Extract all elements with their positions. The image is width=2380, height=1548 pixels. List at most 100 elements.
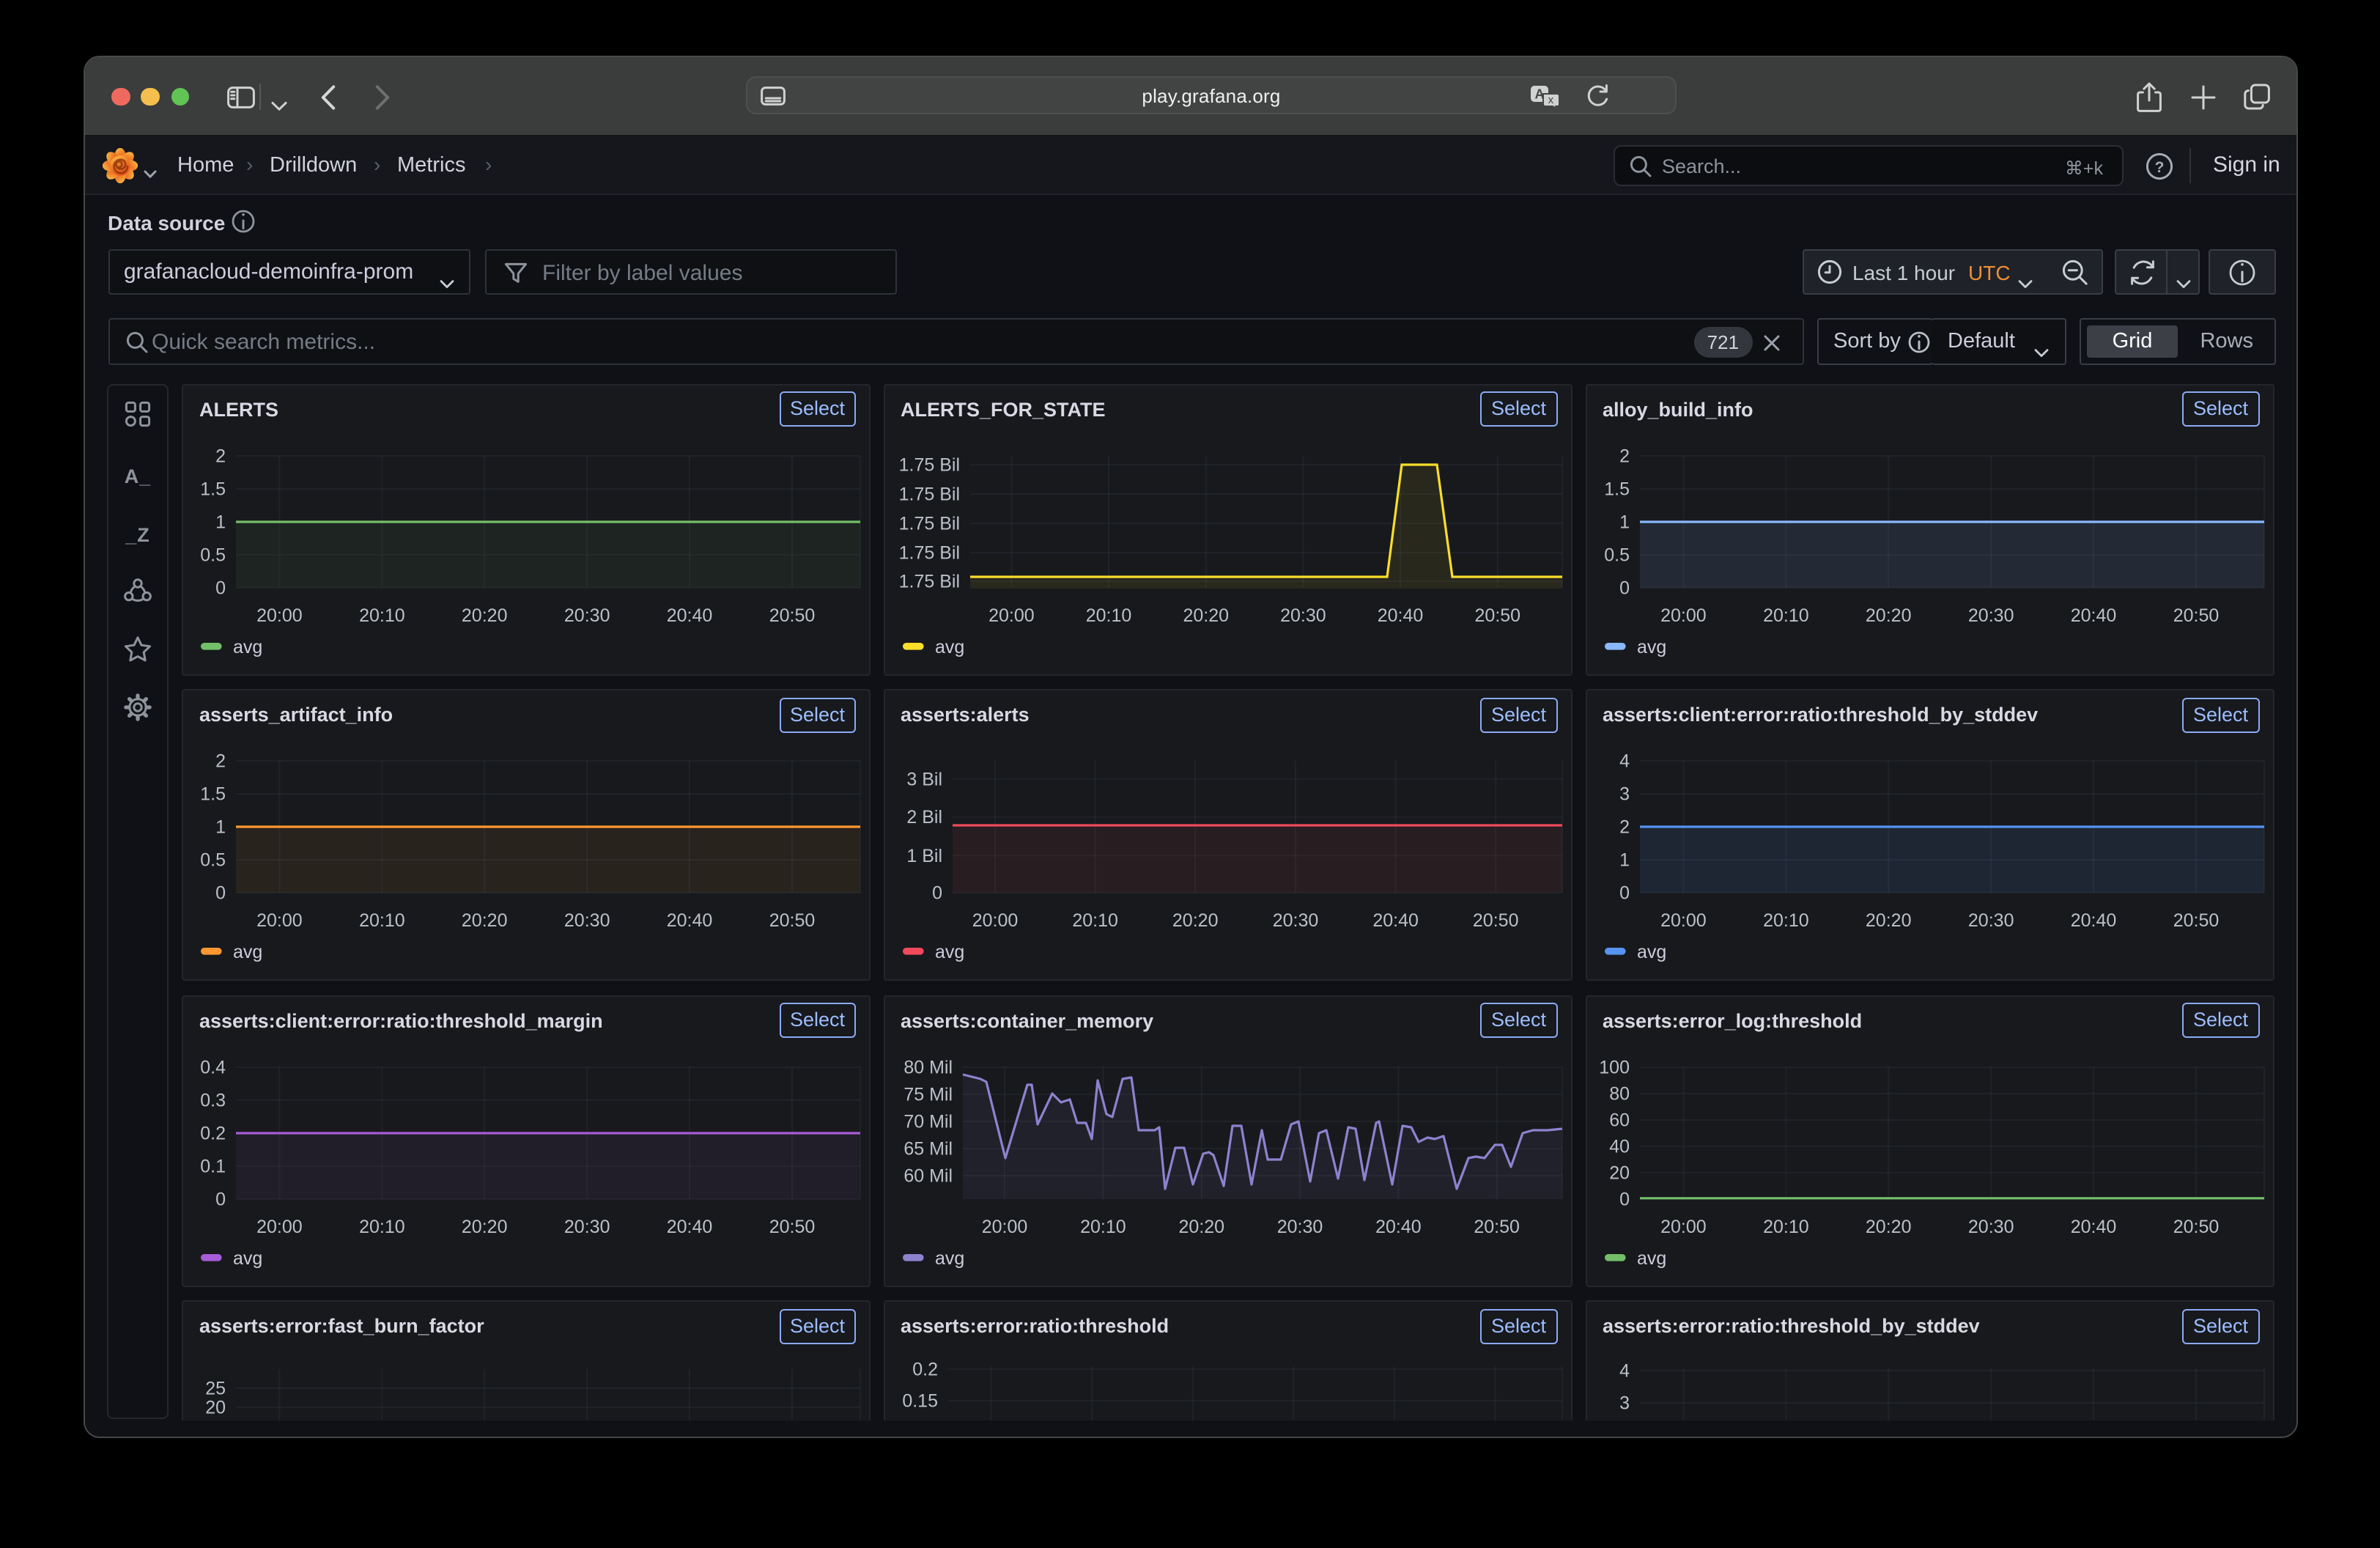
svg-text:60: 60 (1608, 1109, 1629, 1129)
svg-text:3: 3 (1619, 784, 1629, 804)
svg-text:1: 1 (1619, 849, 1629, 870)
svg-text:x: x (1548, 93, 1554, 106)
svg-text:20:00: 20:00 (1660, 910, 1706, 931)
svg-text:avg: avg (233, 942, 262, 962)
svg-text:0.5: 0.5 (200, 849, 226, 870)
svg-text:20:00: 20:00 (1660, 1216, 1706, 1236)
svg-text:20:20: 20:20 (462, 605, 508, 625)
svg-text:20:20: 20:20 (1865, 1216, 1911, 1236)
svg-text:20:30: 20:30 (1272, 910, 1318, 931)
svg-text:20:40: 20:40 (2070, 910, 2116, 931)
svg-text:20:10: 20:10 (1071, 910, 1117, 931)
svg-text:0: 0 (215, 577, 226, 597)
svg-text:2: 2 (215, 445, 226, 465)
svg-text:avg: avg (233, 636, 262, 657)
svg-text:0: 0 (931, 882, 942, 903)
svg-text:20:20: 20:20 (1865, 910, 1911, 931)
svg-text:avg: avg (1636, 942, 1666, 962)
svg-text:20:40: 20:40 (667, 605, 713, 625)
svg-text:0: 0 (215, 882, 226, 903)
svg-text:3 Bil: 3 Bil (906, 769, 942, 789)
svg-text:20:40: 20:40 (2070, 605, 2116, 625)
svg-text:20:40: 20:40 (667, 1216, 713, 1236)
svg-text:20:40: 20:40 (1372, 910, 1418, 931)
svg-text:2: 2 (215, 751, 226, 771)
svg-text:1.75 Bil: 1.75 Bil (898, 512, 959, 533)
svg-text:20:10: 20:10 (1762, 605, 1808, 625)
svg-text:20:50: 20:50 (2173, 605, 2219, 625)
svg-text:20:50: 20:50 (1473, 1216, 1519, 1236)
svg-text:20:00: 20:00 (1660, 605, 1706, 625)
svg-text:1.75 Bil: 1.75 Bil (898, 483, 959, 504)
svg-text:20:10: 20:10 (359, 1216, 405, 1236)
svg-text:0.15: 0.15 (901, 1390, 937, 1411)
svg-text:20:20: 20:20 (1183, 605, 1229, 625)
svg-text:20:30: 20:30 (564, 910, 610, 931)
svg-text:20:10: 20:10 (1085, 605, 1131, 625)
svg-text:20:10: 20:10 (359, 605, 405, 625)
svg-text:20:30: 20:30 (564, 1216, 610, 1236)
svg-text:20:30: 20:30 (564, 605, 610, 625)
svg-text:avg: avg (934, 1247, 964, 1268)
svg-text:0.3: 0.3 (200, 1089, 226, 1110)
svg-text:1 Bil: 1 Bil (906, 846, 942, 866)
svg-text:80: 80 (1608, 1083, 1629, 1103)
svg-text:20:50: 20:50 (1472, 910, 1518, 931)
svg-text:20:20: 20:20 (1172, 910, 1218, 931)
svg-text:2 Bil: 2 Bil (906, 807, 942, 828)
svg-text:1: 1 (1619, 511, 1629, 531)
svg-text:4: 4 (1619, 751, 1629, 771)
svg-text:20:50: 20:50 (2173, 1216, 2219, 1236)
svg-text:20:30: 20:30 (1276, 1216, 1323, 1236)
svg-text:2: 2 (1619, 445, 1629, 465)
svg-text:70 Mil: 70 Mil (903, 1110, 952, 1131)
svg-text:avg: avg (934, 942, 964, 962)
svg-text:1: 1 (215, 817, 226, 837)
svg-text:1.75 Bil: 1.75 Bil (898, 570, 959, 591)
svg-text:20:40: 20:40 (2070, 1216, 2116, 1236)
svg-text:20:00: 20:00 (988, 605, 1034, 625)
svg-text:0.2: 0.2 (912, 1359, 937, 1379)
svg-text:20:50: 20:50 (1474, 605, 1520, 625)
svg-text:0.1: 0.1 (200, 1155, 226, 1176)
svg-text:20:00: 20:00 (256, 1216, 303, 1236)
svg-text:20:20: 20:20 (1178, 1216, 1224, 1236)
svg-text:20:30: 20:30 (1967, 605, 2014, 625)
svg-text:100: 100 (1598, 1056, 1629, 1077)
svg-text:20:30: 20:30 (1967, 1216, 2014, 1236)
svg-text:4: 4 (1619, 1360, 1629, 1381)
svg-text:avg: avg (1636, 636, 1666, 657)
svg-text:1.75 Bil: 1.75 Bil (898, 542, 959, 562)
svg-text:1.5: 1.5 (200, 478, 226, 498)
svg-text:40: 40 (1608, 1135, 1629, 1156)
svg-text:25: 25 (205, 1378, 226, 1398)
svg-text:20:50: 20:50 (769, 910, 816, 931)
svg-text:20:00: 20:00 (256, 605, 303, 625)
svg-text:60 Mil: 60 Mil (903, 1165, 952, 1185)
svg-text:75 Mil: 75 Mil (903, 1083, 952, 1104)
svg-text:0.5: 0.5 (1603, 544, 1629, 564)
svg-text:20:10: 20:10 (1079, 1216, 1126, 1236)
svg-text:20: 20 (205, 1397, 226, 1418)
svg-text:20:00: 20:00 (256, 910, 303, 931)
svg-text:20:40: 20:40 (667, 910, 713, 931)
svg-text:avg: avg (233, 1247, 262, 1268)
svg-text:20:50: 20:50 (769, 605, 816, 625)
svg-text:20:20: 20:20 (462, 1216, 508, 1236)
svg-text:20:40: 20:40 (1377, 605, 1423, 625)
svg-text:20:00: 20:00 (972, 910, 1018, 931)
svg-text:1: 1 (215, 511, 226, 531)
svg-text:65 Mil: 65 Mil (903, 1138, 952, 1158)
svg-text:20:40: 20:40 (1375, 1216, 1421, 1236)
svg-text:0.5: 0.5 (200, 544, 226, 564)
svg-text:avg: avg (1636, 1247, 1666, 1268)
svg-text:0.4: 0.4 (200, 1056, 226, 1077)
svg-text:avg: avg (934, 636, 964, 657)
svg-text:20:00: 20:00 (981, 1216, 1027, 1236)
svg-text:80 Mil: 80 Mil (903, 1056, 952, 1077)
svg-text:2: 2 (1619, 817, 1629, 837)
svg-text:20:10: 20:10 (359, 910, 405, 931)
svg-text:20:50: 20:50 (769, 1216, 816, 1236)
svg-text:0: 0 (1619, 1188, 1629, 1209)
svg-text:0: 0 (215, 1188, 226, 1209)
